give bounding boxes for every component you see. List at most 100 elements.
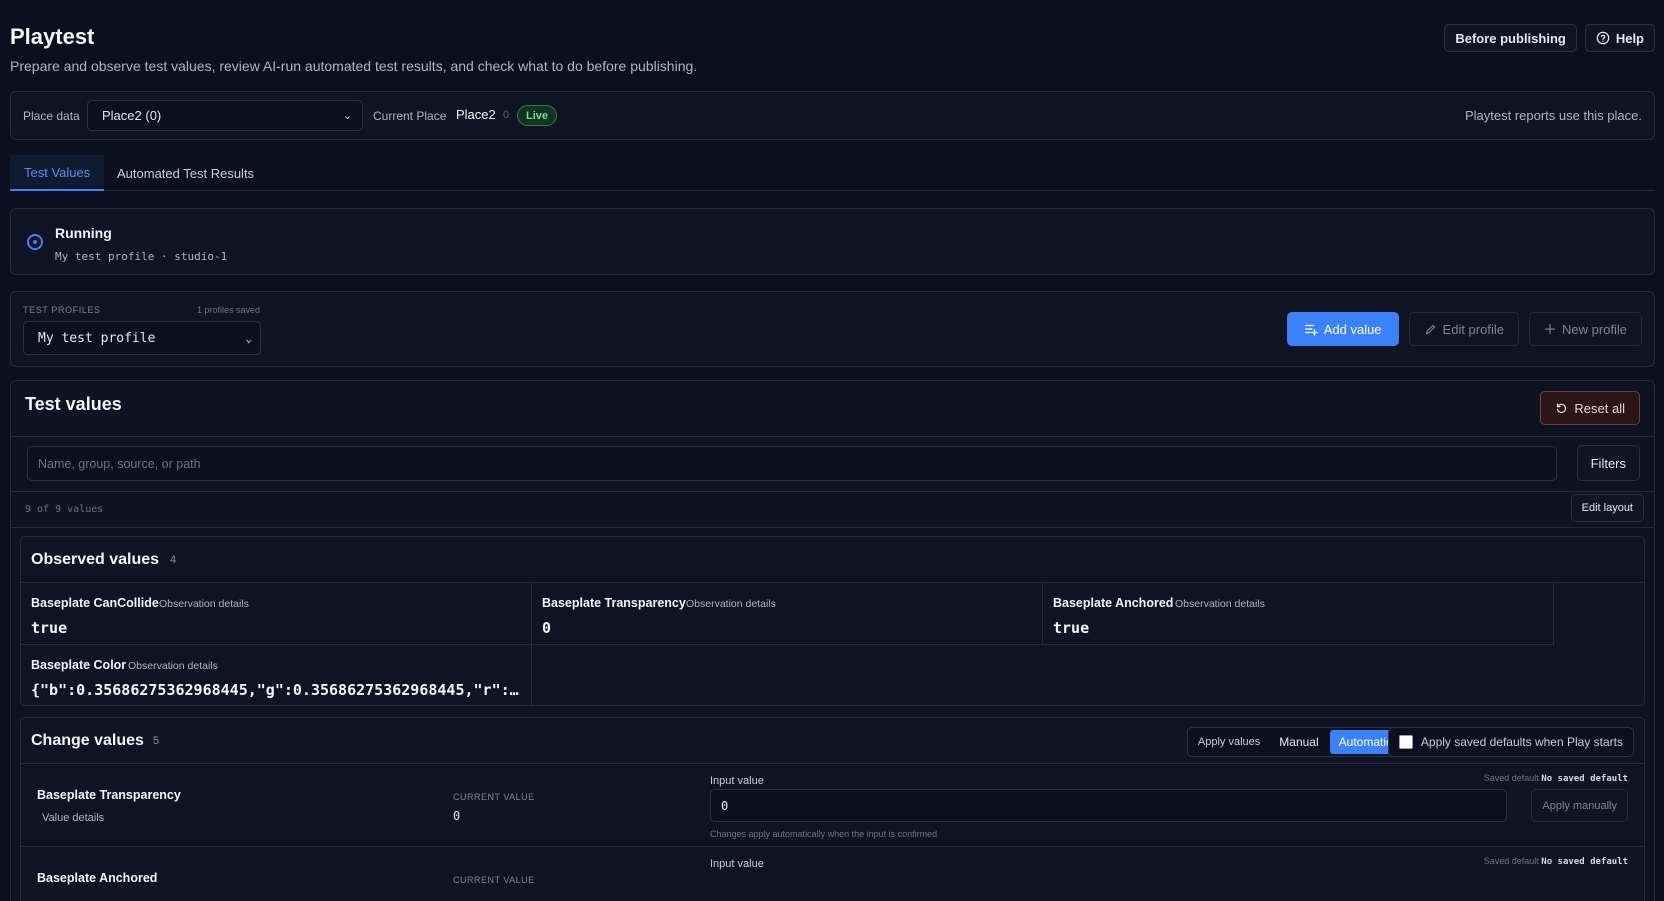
- apply-defaults-label: Apply saved defaults when Play starts: [1420, 735, 1623, 749]
- before-publishing-button[interactable]: Before publishing: [1444, 24, 1577, 52]
- playtest-page: Playtest Prepare and observe test values…: [10, 0, 1655, 901]
- before-publishing-label: Before publishing: [1455, 30, 1566, 46]
- question-circle-icon: [1596, 31, 1610, 45]
- test-profiles-bar: TEST PROFILES 1 profiles saved My test p…: [10, 291, 1655, 367]
- change-values-count: 5: [153, 735, 160, 747]
- observed-value-cell: Baseplate Anchored Observation details t…: [1043, 583, 1554, 645]
- test-profile-select[interactable]: My test profile ⌄: [23, 321, 261, 355]
- saved-default: Saved default No saved default: [1484, 773, 1628, 784]
- page-header: Playtest Prepare and observe test values…: [10, 0, 1655, 88]
- observation-details-link[interactable]: Observation details: [1175, 598, 1265, 610]
- observation-details-link[interactable]: Observation details: [686, 598, 776, 610]
- observed-value-cell: Baseplate Transparency Observation detai…: [532, 583, 1043, 645]
- change-values-section: Change values 5 Apply values Manual Auto…: [20, 717, 1645, 901]
- divider: [11, 436, 1654, 437]
- reset-all-label: Reset all: [1574, 400, 1625, 416]
- reset-all-button[interactable]: Reset all: [1540, 391, 1640, 425]
- apply-manually-button[interactable]: Apply manually: [1531, 789, 1628, 822]
- apply-defaults-toggle[interactable]: Apply saved defaults when Play starts: [1387, 727, 1634, 757]
- divider: [11, 491, 1654, 492]
- current-place-id: 0: [503, 109, 510, 121]
- current-place-label: Current Place: [373, 109, 447, 123]
- observed-values-section: Observed values 4 Baseplate CanCollide O…: [20, 536, 1645, 707]
- change-values-title: Change values: [31, 732, 144, 749]
- values-count: 9 of 9 values: [25, 504, 104, 515]
- search-input[interactable]: Name, group, source, or path: [27, 446, 1557, 481]
- test-values-title: Test values: [25, 394, 122, 414]
- running-status-title: Running: [55, 225, 112, 241]
- observed-value-cell: Baseplate Color Observation details {"b"…: [21, 645, 532, 707]
- saved-default: Saved default No saved default: [1484, 856, 1628, 867]
- value-details-link[interactable]: Value details: [42, 812, 104, 824]
- place-note: Playtest reports use this place.: [1464, 108, 1642, 123]
- apply-defaults-checkbox[interactable]: [1398, 735, 1413, 749]
- header-actions: Before publishing Help: [1444, 24, 1655, 52]
- observed-value-name: Baseplate Anchored: [1053, 596, 1174, 610]
- input-value-label: Input value: [710, 858, 764, 870]
- filters-button[interactable]: Filters: [1576, 445, 1640, 481]
- tab-automated-test-results[interactable]: Automated Test Results: [103, 155, 268, 191]
- edit-layout-label: Edit layout: [1581, 502, 1633, 514]
- apply-values-label: Apply values: [1197, 736, 1261, 748]
- add-value-button[interactable]: Add value: [1286, 312, 1399, 346]
- running-status-card: Running My test profile · studio-1: [10, 208, 1655, 275]
- reset-icon: [1557, 402, 1567, 413]
- change-value-name: Baseplate Anchored: [37, 871, 158, 885]
- current-place-value: Place2: [456, 107, 496, 122]
- tab-test-values[interactable]: Test Values: [10, 155, 105, 191]
- running-status-icon: [27, 234, 43, 250]
- input-value-field[interactable]: 0: [710, 789, 1507, 822]
- divider: [11, 527, 1654, 528]
- observed-value-name: Baseplate Transparency: [542, 596, 686, 610]
- observed-values-count: 4: [170, 554, 177, 566]
- observed-value: {"b":0.35686275362968445,"g":0.356862753…: [31, 681, 519, 699]
- apply-values-toggle: Apply values Manual Automatic: [1186, 727, 1404, 757]
- chevron-down-icon: ⌄: [342, 110, 352, 122]
- place-data-bar: Place data Place2 (0) ⌄ Current Place Pl…: [10, 91, 1655, 140]
- observed-value: true: [1053, 619, 1090, 637]
- live-badge: Live: [517, 105, 558, 126]
- observed-values-title: Observed values: [31, 551, 160, 568]
- place-data-select[interactable]: Place2 (0) ⌄: [87, 100, 363, 131]
- chevron-down-icon: ⌄: [245, 331, 252, 345]
- new-profile-label: New profile: [1561, 321, 1627, 337]
- profiles-saved-count: 1 profiles saved: [197, 305, 261, 315]
- tab-test-values-label: Test Values: [24, 164, 91, 180]
- change-value-row: Baseplate Transparency Value details CUR…: [21, 764, 1644, 846]
- saved-default-label: Saved default: [1483, 856, 1539, 866]
- place-data-select-value: Place2 (0): [102, 108, 162, 123]
- saved-default-value: No saved default: [1541, 857, 1628, 867]
- tab-bar: Test Values Automated Test Results: [10, 155, 1655, 191]
- observed-value: 0: [542, 619, 552, 637]
- observation-details-link[interactable]: Observation details: [128, 660, 218, 672]
- help-label: Help: [1615, 30, 1644, 46]
- edit-profile-button[interactable]: Edit profile: [1408, 312, 1519, 346]
- plus-icon: [1544, 323, 1556, 335]
- input-value-label: Input value: [710, 775, 764, 787]
- search-placeholder: Name, group, source, or path: [38, 456, 201, 471]
- edit-layout-button[interactable]: Edit layout: [1570, 494, 1644, 522]
- page-title: Playtest: [10, 24, 95, 49]
- saved-default-value: No saved default: [1541, 774, 1628, 784]
- help-button[interactable]: Help: [1584, 24, 1655, 52]
- input-value-text: 0: [721, 798, 729, 813]
- observation-details-link[interactable]: Observation details: [159, 598, 249, 610]
- pencil-icon: [1425, 324, 1435, 334]
- observed-value-name: Baseplate Color: [31, 658, 127, 672]
- apply-manual-option[interactable]: Manual: [1270, 730, 1327, 754]
- running-status-detail: My test profile · studio-1: [55, 250, 228, 263]
- add-value-label: Add value: [1323, 321, 1382, 337]
- profile-actions: Add value Edit profile New profile: [1286, 312, 1642, 346]
- test-profile-select-value: My test profile: [38, 330, 156, 346]
- current-value-caption: CURRENT VALUE: [453, 875, 535, 885]
- tab-automated-test-results-label: Automated Test Results: [117, 165, 255, 181]
- page-subtitle: Prepare and observe test values, review …: [10, 58, 698, 74]
- saved-default-label: Saved default: [1483, 773, 1539, 783]
- current-value-caption: CURRENT VALUE: [453, 792, 535, 802]
- filters-label: Filters: [1590, 455, 1626, 471]
- edit-profile-label: Edit profile: [1442, 321, 1504, 337]
- observed-value: true: [31, 619, 68, 637]
- new-profile-button[interactable]: New profile: [1528, 312, 1642, 346]
- auto-apply-hint: Changes apply automatically when the inp…: [710, 829, 938, 839]
- observed-value-name: Baseplate CanCollide: [31, 596, 159, 610]
